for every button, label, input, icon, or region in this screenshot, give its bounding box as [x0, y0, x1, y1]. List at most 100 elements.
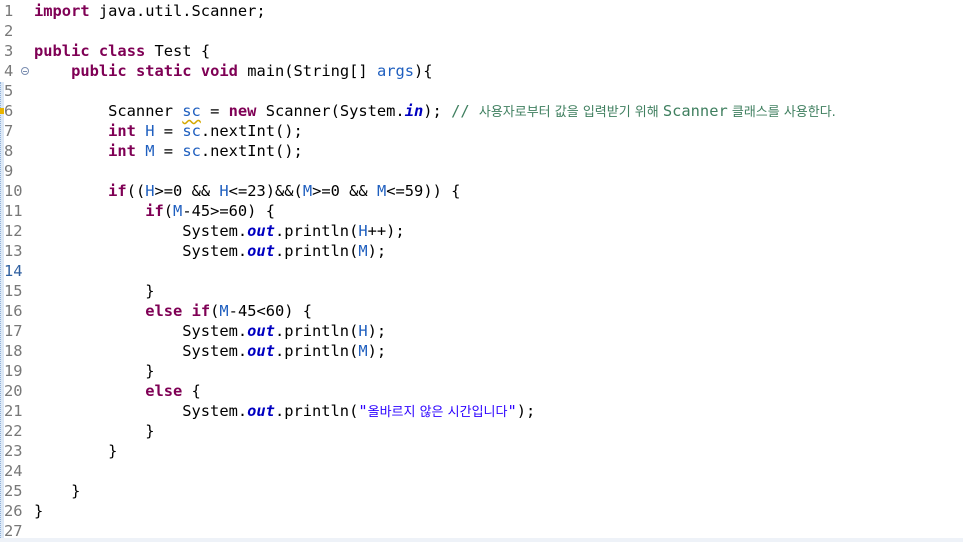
line-gutter[interactable]: 7 — [0, 121, 30, 141]
code-token: 사용자로부터 값을 입력받기 위해 — [478, 105, 663, 120]
code-token: <=59)) { — [386, 182, 461, 200]
line-number: 4 — [4, 62, 14, 80]
code-token: = — [154, 142, 183, 160]
line-gutter[interactable]: 1 — [0, 1, 30, 21]
code-token: } — [34, 362, 155, 380]
fold-collapse-icon[interactable] — [21, 67, 29, 75]
line-gutter[interactable]: 8 — [0, 141, 30, 161]
code-token: int — [108, 122, 136, 140]
line-number: 13 — [4, 242, 23, 260]
code-text[interactable]: int M = sc.nextInt(); — [34, 141, 303, 161]
code-text[interactable]: System.out.println(M); — [34, 341, 386, 361]
line-number: 12 — [4, 222, 23, 240]
code-text[interactable]: import java.util.Scanner; — [34, 1, 266, 21]
code-token: else — [145, 382, 183, 400]
code-text[interactable]: else { — [34, 381, 201, 401]
code-token: H — [358, 222, 368, 240]
line-gutter[interactable]: 25 — [0, 481, 30, 501]
code-token: .nextInt(); — [200, 122, 303, 140]
line-gutter[interactable]: 19 — [0, 361, 30, 381]
line-gutter[interactable]: 24 — [0, 461, 30, 481]
code-text[interactable]: System.out.println("올바르지 않은 시간입니다"); — [34, 401, 535, 423]
code-text[interactable]: } — [34, 281, 154, 301]
line-gutter[interactable]: 2 — [0, 21, 30, 41]
code-token: } — [34, 422, 155, 440]
line-gutter[interactable]: 3 — [0, 41, 30, 61]
code-token: // — [451, 102, 479, 120]
code-text[interactable]: System.out.println(H); — [34, 321, 386, 341]
line-gutter[interactable]: 12 — [0, 221, 30, 241]
code-token: ( — [210, 302, 220, 320]
line-gutter[interactable]: 23 — [0, 441, 30, 461]
line-gutter[interactable]: 11 — [0, 201, 30, 221]
code-text[interactable]: public static void main(String[] args){ — [34, 61, 432, 81]
line-gutter[interactable]: 13 — [0, 241, 30, 261]
code-token: class — [98, 42, 146, 60]
code-token: args — [376, 62, 415, 80]
code-token: H — [145, 182, 155, 200]
line-gutter[interactable]: 20 — [0, 381, 30, 401]
code-token: Scanner — [662, 102, 728, 120]
code-text[interactable]: } — [34, 481, 80, 501]
line-number: 1 — [4, 2, 14, 20]
code-text[interactable]: } — [34, 361, 154, 381]
line-gutter[interactable]: 21 — [0, 401, 30, 421]
code-text[interactable]: if(M-45>=60) { — [34, 201, 275, 221]
code-token: if — [145, 202, 164, 220]
line-gutter[interactable]: 9 — [0, 161, 30, 181]
code-text[interactable]: public class Test { — [34, 41, 210, 61]
code-token: } — [34, 282, 155, 300]
code-token: } — [34, 502, 44, 520]
code-token: void — [200, 62, 238, 80]
line-gutter[interactable]: 4 — [0, 61, 30, 81]
code-text[interactable]: if((H>=0 && H<=23)&&(M>=0 && M<=59)) { — [34, 181, 460, 201]
line-gutter[interactable]: 17 — [0, 321, 30, 341]
line-number: 6 — [4, 102, 14, 120]
line-number: 18 — [4, 342, 23, 360]
code-text[interactable]: System.out.println(H++); — [34, 221, 404, 241]
line-number: 22 — [4, 422, 23, 440]
code-editor[interactable]: 1 import java.util.Scanner; 2 3 public class… — [0, 0, 963, 542]
code-text[interactable]: System.out.println(M); — [34, 241, 386, 261]
code-text[interactable]: } — [34, 421, 154, 441]
code-token: sc — [182, 142, 201, 160]
line-number: 21 — [4, 402, 23, 420]
code-text[interactable]: } — [34, 501, 43, 521]
code-token: static — [135, 62, 192, 80]
code-token: } — [34, 482, 81, 500]
line-gutter[interactable]: 14 — [0, 261, 30, 281]
code-token: M — [358, 242, 368, 260]
code-token: 올바르지 않은 시간입니다 — [367, 405, 508, 420]
code-text[interactable]: } — [34, 441, 117, 461]
line-gutter[interactable]: 16 — [0, 301, 30, 321]
line-number: 15 — [4, 282, 23, 300]
code-token: in — [404, 102, 424, 120]
line-number: 25 — [4, 482, 23, 500]
code-token: M — [302, 182, 313, 200]
code-token: M — [219, 302, 229, 320]
code-token: M — [173, 202, 183, 220]
line-gutter[interactable]: 26 — [0, 501, 30, 521]
code-token: >=0 && — [154, 182, 220, 200]
code-token: -45>=60) { — [182, 202, 275, 220]
line-gutter[interactable]: 5 — [0, 81, 30, 101]
line-gutter[interactable]: 22 — [0, 421, 30, 441]
code-text[interactable]: int H = sc.nextInt(); — [34, 121, 303, 141]
code-text[interactable]: else if(M-45<60) { — [34, 301, 312, 321]
code-token: .println( — [274, 342, 359, 360]
line-gutter[interactable]: 10 — [0, 181, 30, 201]
code-token: M — [358, 342, 368, 360]
code-token: out — [247, 402, 275, 420]
line-gutter[interactable]: 18 — [0, 341, 30, 361]
code-text[interactable]: Scanner sc = new Scanner(System.in); // … — [34, 101, 836, 123]
line-gutter[interactable]: 15 — [0, 281, 30, 301]
code-token: out — [247, 342, 275, 360]
line-gutter[interactable]: 6 — [0, 101, 30, 121]
code-token: 클래스를 사용한다. — [727, 105, 836, 120]
code-token: ); — [367, 242, 387, 260]
